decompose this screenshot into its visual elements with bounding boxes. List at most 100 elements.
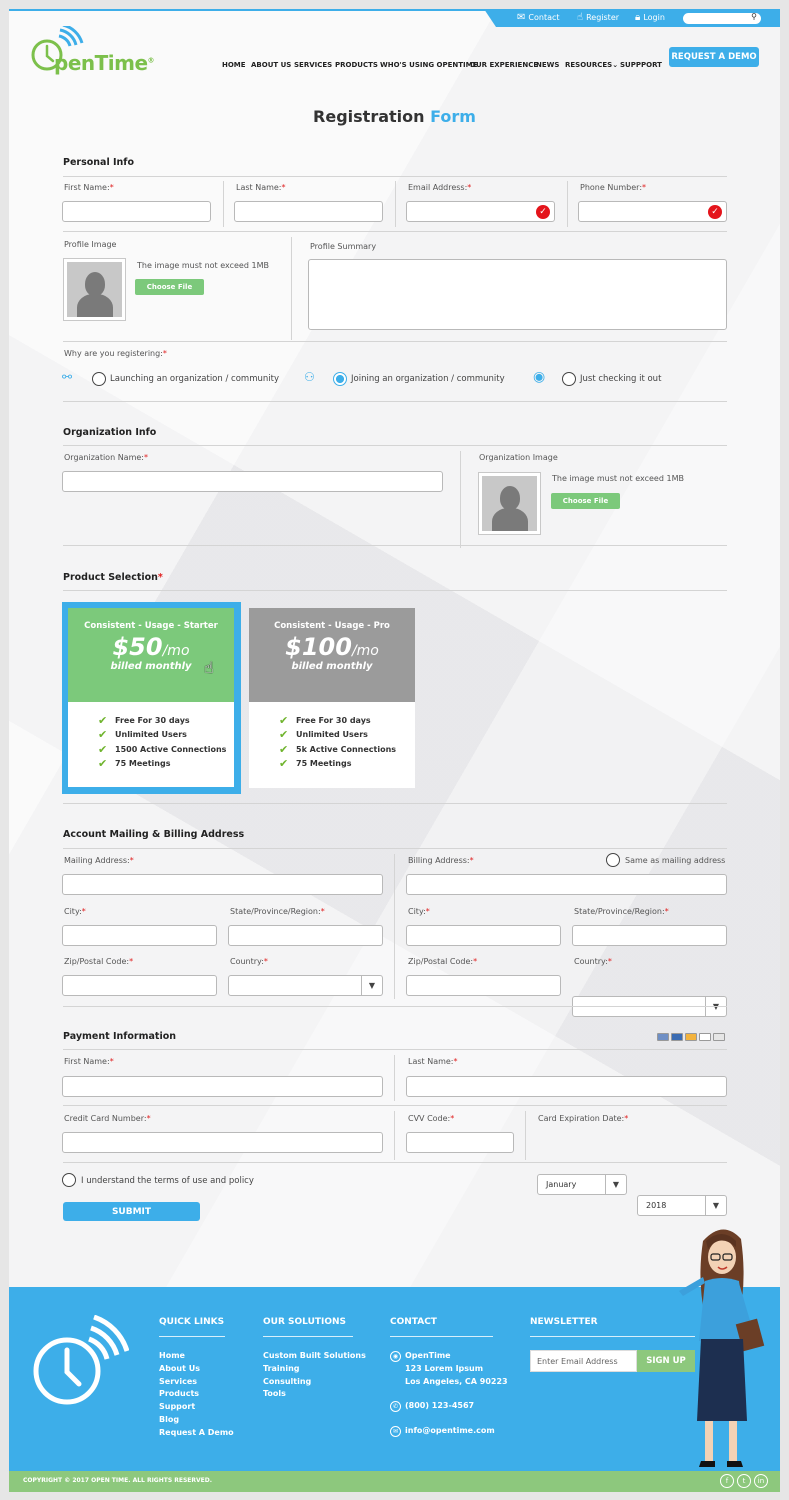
reason-joining-radio[interactable] [333, 372, 347, 386]
cvv-field[interactable] [406, 1132, 514, 1153]
footer-clock-logo-icon [33, 1315, 129, 1405]
top-search-input[interactable]: ⚲ [683, 12, 761, 24]
register-link[interactable]: ☝ Register [577, 12, 619, 23]
solutions-list: Custom Built Solutions Training Consulti… [263, 1350, 366, 1401]
mailing-address-field[interactable] [62, 874, 383, 895]
divider [63, 545, 727, 546]
footer-link-blog[interactable]: Blog [159, 1414, 234, 1427]
billing-state-label: State/Province/Region:* [574, 907, 669, 916]
divider [567, 181, 568, 227]
same-as-mailing-radio[interactable] [606, 853, 620, 867]
plan-name: Consistent - Usage - Pro [274, 621, 390, 631]
submit-button[interactable]: SUBMIT [63, 1202, 200, 1221]
checkmark-icon: ✔ [279, 713, 289, 727]
reason-launching-radio[interactable] [92, 372, 106, 386]
divider [63, 176, 727, 177]
profile-summary-label: Profile Summary [310, 242, 377, 251]
expiration-month-select[interactable]: January ▼ [537, 1174, 627, 1195]
divider [390, 1336, 493, 1337]
expiration-year-select[interactable]: 2018 ▼ [637, 1195, 727, 1216]
nav-home[interactable]: HOME [222, 61, 246, 69]
divider [63, 1105, 727, 1106]
nav-whos-using[interactable]: WHO'S USING OPENTIME [380, 61, 477, 69]
footer-link-tools[interactable]: Tools [263, 1388, 366, 1401]
plan-card-starter[interactable]: Consistent - Usage - Starter $50/mo bill… [68, 608, 234, 787]
reason-checking-label: Just checking it out [580, 374, 662, 384]
footer-link-custom-solutions[interactable]: Custom Built Solutions [263, 1350, 366, 1363]
opentime-logo[interactable]: penTime® [30, 26, 170, 76]
organization-name-field[interactable] [62, 471, 443, 492]
our-solutions-title: OUR SOLUTIONS [263, 1317, 347, 1327]
divider [263, 1336, 353, 1337]
nav-services[interactable]: SERVICES [294, 61, 332, 69]
footer-link-consulting[interactable]: Consulting [263, 1376, 366, 1389]
newsletter-email-input[interactable]: Enter Email Address [530, 1350, 637, 1372]
billing-country-label: Country:* [574, 957, 612, 966]
divider [291, 237, 292, 340]
footer-link-training[interactable]: Training [263, 1363, 366, 1376]
footer-link-products[interactable]: Products [159, 1388, 234, 1401]
divider [63, 848, 727, 849]
chevron-down-icon: ⌄ [612, 61, 619, 69]
nav-our-experience[interactable]: OUR EXPERIENCE [470, 61, 538, 69]
hand-pointer-icon: ☝ [577, 12, 584, 23]
billing-address-field[interactable] [406, 874, 727, 895]
reason-checking-radio[interactable] [562, 372, 576, 386]
checkmark-icon: ✔ [279, 728, 289, 742]
logo-text: penTime® [54, 51, 155, 75]
reason-launching-label: Launching an organization / community [110, 374, 279, 384]
terms-radio[interactable] [62, 1173, 76, 1187]
profile-choose-file-button[interactable]: Choose File [135, 279, 204, 295]
mailing-country-select[interactable]: ▼ [228, 975, 383, 996]
payment-first-name-field[interactable] [62, 1076, 383, 1097]
footer-link-home[interactable]: Home [159, 1350, 234, 1363]
footer-link-support[interactable]: Support [159, 1401, 234, 1414]
nav-products[interactable]: PRODUCTS [335, 61, 378, 69]
newsletter-title: NEWSLETTER [530, 1317, 598, 1327]
product-selection-heading: Product Selection* [63, 572, 163, 583]
mailing-zip-field[interactable] [62, 975, 217, 996]
mailing-state-field[interactable] [228, 925, 383, 946]
divider [394, 854, 395, 999]
checkmark-icon: ✔ [98, 728, 108, 742]
request-demo-button[interactable]: REQUEST A DEMO [669, 47, 759, 67]
twitter-icon[interactable]: t [737, 1474, 751, 1488]
email-field[interactable]: ✓ [406, 201, 555, 222]
contact-link[interactable]: ✉ Contact [517, 12, 560, 23]
plan-header: Consistent - Usage - Starter $50/mo bill… [68, 608, 234, 702]
mailing-city-field[interactable] [62, 925, 217, 946]
login-link[interactable]: 🔒︎ Login [635, 12, 665, 23]
divider [159, 1336, 225, 1337]
first-name-label: First Name:* [64, 183, 114, 192]
organization-choose-file-button[interactable]: Choose File [551, 493, 620, 509]
billing-state-field[interactable] [572, 925, 727, 946]
linkedin-icon[interactable]: in [754, 1474, 768, 1488]
plan-feature: ✔ 75 Meetings [279, 757, 352, 771]
profile-summary-textarea[interactable] [308, 259, 727, 330]
footer-link-services[interactable]: Services [159, 1376, 234, 1389]
footer-link-request-demo[interactable]: Request A Demo [159, 1427, 234, 1440]
mailing-country-label: Country:* [230, 957, 268, 966]
plan-card-pro[interactable]: Consistent - Usage - Pro $100/mo billed … [249, 608, 415, 788]
profile-image-label: Profile Image [64, 240, 117, 249]
nav-support[interactable]: SUPPPORT [620, 61, 662, 69]
billing-city-field[interactable] [406, 925, 561, 946]
billing-zip-field[interactable] [406, 975, 561, 996]
payment-last-name-field[interactable] [406, 1076, 727, 1097]
caret-down-icon: ▼ [605, 1175, 626, 1194]
checkmark-icon: ✔ [279, 742, 289, 756]
nav-about-us[interactable]: ABOUT US [251, 61, 291, 69]
divider [460, 451, 461, 548]
first-name-field[interactable] [62, 201, 211, 222]
divider [63, 401, 727, 402]
contact-phone[interactable]: (800) 123-4567 [405, 1400, 474, 1413]
card-number-field[interactable] [62, 1132, 383, 1153]
nav-news[interactable]: NEWS [536, 61, 559, 69]
last-name-field[interactable] [234, 201, 383, 222]
footer-link-about-us[interactable]: About Us [159, 1363, 234, 1376]
nav-resources[interactable]: RESOURCES⌄ [565, 61, 618, 69]
facebook-icon[interactable]: f [720, 1474, 734, 1488]
mailing-zip-label: Zip/Postal Code:* [64, 957, 134, 966]
contact-email[interactable]: info@opentime.com [405, 1425, 495, 1438]
phone-field[interactable]: ✓ [578, 201, 727, 222]
